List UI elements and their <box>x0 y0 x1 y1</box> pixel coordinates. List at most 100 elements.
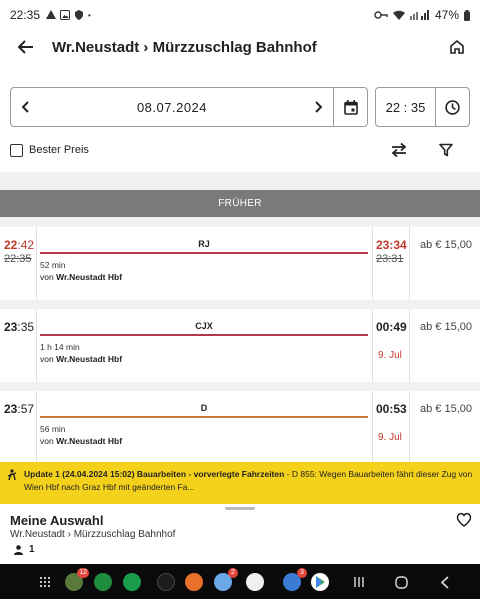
selected-date[interactable]: 08.07.2024 <box>41 100 303 115</box>
origin-station: von Wr.Neustadt Hbf <box>40 272 123 282</box>
departure-actual: 23:57 <box>4 402 35 416</box>
train-product: RJ <box>198 239 210 249</box>
travel-duration: 1 h 14 min <box>40 342 80 352</box>
security-app-icon[interactable]: 3 <box>283 568 307 591</box>
signal-icon <box>409 10 429 20</box>
warning-icon <box>46 10 57 19</box>
divider <box>372 227 373 300</box>
back-nav-button[interactable] <box>436 573 454 591</box>
journey-line <box>40 252 368 254</box>
earlier-connections-button[interactable]: FRÜHER <box>0 190 480 217</box>
calendar-icon <box>343 99 358 115</box>
best-price-label: Bester Preis <box>29 144 89 156</box>
chevron-right-icon <box>315 101 322 113</box>
clock-icon <box>445 99 460 115</box>
selection-title: Meine Auswahl <box>10 513 104 528</box>
notification-badge: 12 <box>77 568 89 578</box>
dot-icon: • <box>88 10 91 20</box>
departure-actual: 23:35 <box>4 320 35 334</box>
status-notification-icons: • <box>46 10 91 20</box>
chevron-left-icon <box>22 101 29 113</box>
departure-time: 22:42 22:35 <box>4 238 34 266</box>
calendar-app-icon[interactable] <box>123 573 141 591</box>
swap-direction-button[interactable] <box>388 140 410 160</box>
divider <box>36 309 37 382</box>
battery-icon <box>464 9 470 21</box>
date-picker: 08.07.2024 <box>10 87 368 127</box>
play-store-app-icon[interactable] <box>311 573 329 591</box>
person-icon <box>14 544 23 555</box>
next-day-button[interactable] <box>303 88 333 126</box>
wifi-icon <box>392 10 405 20</box>
journey-line <box>40 334 368 336</box>
travel-duration: 52 min <box>40 260 66 270</box>
notice-headline: Update 1 (24.04.2024 15:02) Bauarbeiten … <box>24 469 285 479</box>
arrival-next-day: 9. Jul <box>378 350 402 361</box>
divider <box>372 309 373 382</box>
apps-folder-icon[interactable]: 12 <box>65 568 89 591</box>
clock-button[interactable] <box>435 88 469 126</box>
home-button[interactable] <box>434 30 480 64</box>
gallery-icon <box>60 10 71 20</box>
weather-app-icon[interactable]: 2 <box>214 568 238 591</box>
origin-station: von Wr.Neustadt Hbf <box>40 354 123 364</box>
sheet-drag-handle[interactable] <box>225 507 255 510</box>
firefox-app-icon[interactable] <box>185 573 203 591</box>
status-bar: 22:35 • 47% <box>0 0 480 30</box>
favorite-heart-icon[interactable] <box>456 512 472 528</box>
journey-line <box>40 416 368 418</box>
price: ab € 15,00 <box>420 239 472 251</box>
options-row: Bester Preis <box>10 140 470 160</box>
notes-app-icon[interactable] <box>94 573 112 591</box>
page-title: Wr.Neustadt › Mürzzuschlag Bahnhof <box>52 38 317 56</box>
divider <box>409 227 410 300</box>
divider <box>36 227 37 300</box>
key-icon <box>374 11 388 19</box>
divider <box>36 391 37 464</box>
home-nav-button[interactable] <box>392 573 410 591</box>
voice-recorder-app-icon[interactable] <box>157 573 175 591</box>
recent-apps-button[interactable] <box>350 573 368 591</box>
arrow-left-icon <box>18 40 33 54</box>
connection-row[interactable]: 23:35 CJX 1 h 14 min von Wr.Neustadt Hbf… <box>0 309 480 382</box>
shield-status-icon <box>75 10 84 20</box>
price: ab € 15,00 <box>420 321 472 333</box>
swap-arrows-icon <box>391 143 407 157</box>
notification-badge: 2 <box>228 568 238 578</box>
app-drawer-icon[interactable] <box>36 573 54 591</box>
passenger-count: 1 <box>14 544 35 555</box>
arrival-actual: 00:49 <box>376 320 407 334</box>
calendar-button[interactable] <box>333 88 367 126</box>
divider <box>372 391 373 464</box>
departure-time: 23:57 <box>4 402 34 416</box>
arrival-scheduled: 23:31 <box>376 253 404 265</box>
service-notice[interactable]: Update 1 (24.04.2024 15:02) Bauarbeiten … <box>0 462 480 504</box>
arrival-time: 23:34 23:31 <box>376 238 407 266</box>
battery-level: 47% <box>434 8 459 22</box>
arrival-time: 00:49 <box>376 320 407 334</box>
best-price-checkbox[interactable] <box>10 143 23 157</box>
departure-scheduled: 22:35 <box>4 253 32 265</box>
notification-badge: 3 <box>297 568 307 578</box>
departure-time: 23:35 <box>4 320 34 334</box>
browser-app-icon[interactable] <box>246 573 264 591</box>
selection-route: Wr.Neustadt › Mürzzuschlag Bahnhof <box>10 529 176 540</box>
status-time: 22:35 <box>10 8 41 22</box>
travel-duration: 56 min <box>40 424 66 434</box>
selection-sheet[interactable]: Meine Auswahl Wr.Neustadt › Mürzzuschlag… <box>0 504 480 564</box>
home-icon <box>450 39 464 54</box>
connection-row[interactable]: 23:57 D 56 min von Wr.Neustadt Hbf 00:53… <box>0 391 480 464</box>
train-product: D <box>200 403 208 413</box>
filter-icon <box>439 143 453 157</box>
arrival-next-day: 9. Jul <box>378 432 402 443</box>
filter-button[interactable] <box>436 140 456 160</box>
arrival-actual: 23:34 <box>376 238 407 252</box>
previous-day-button[interactable] <box>11 88 41 126</box>
back-button[interactable] <box>0 30 52 64</box>
divider <box>409 309 410 382</box>
arrival-actual: 00:53 <box>376 402 407 416</box>
status-system-icons: 47% <box>374 8 470 22</box>
selected-time[interactable]: 22 : 35 <box>376 100 435 115</box>
departure-actual: 22:42 <box>4 238 35 252</box>
connection-row[interactable]: 22:42 22:35 RJ 52 min von Wr.Neustadt Hb… <box>0 227 480 300</box>
